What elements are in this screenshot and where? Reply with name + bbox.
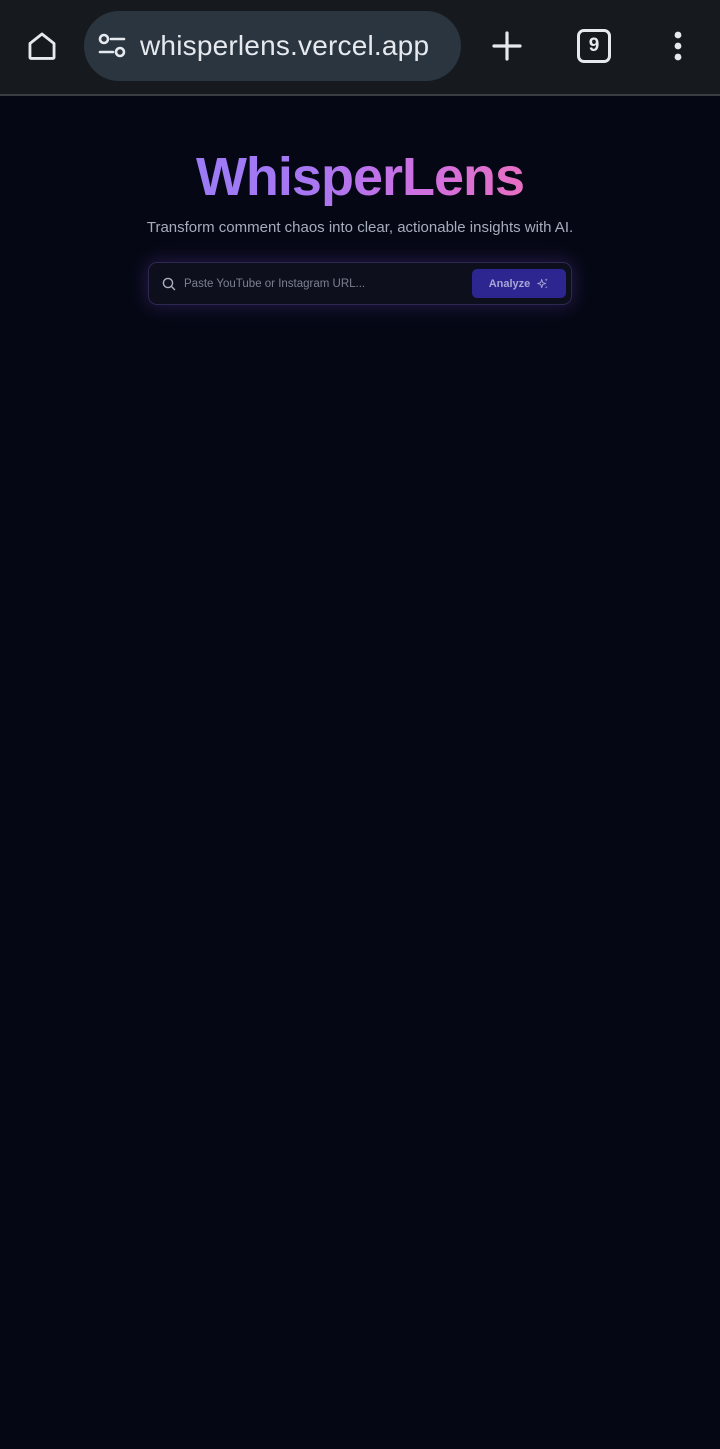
page-title-text: WhisperLens bbox=[195, 147, 525, 207]
url-text[interactable]: whisperlens.vercel.app bbox=[140, 11, 429, 81]
plus-icon bbox=[492, 31, 522, 61]
more-vert-icon bbox=[674, 31, 682, 61]
url-input[interactable] bbox=[184, 271, 464, 297]
tab-switcher-button[interactable]: 9 bbox=[577, 29, 611, 63]
url-search-form: Analyze bbox=[148, 262, 572, 305]
tune-icon[interactable] bbox=[98, 33, 126, 59]
address-bar[interactable]: whisperlens.vercel.app bbox=[84, 11, 461, 81]
analyze-button[interactable]: Analyze bbox=[472, 269, 566, 298]
tab-count: 9 bbox=[588, 35, 600, 56]
home-icon bbox=[28, 32, 56, 60]
home-button[interactable] bbox=[20, 24, 64, 68]
more-menu-button[interactable] bbox=[664, 26, 692, 66]
search-icon bbox=[162, 277, 176, 291]
sparkle-icon bbox=[537, 278, 549, 289]
browser-toolbar: whisperlens.vercel.app 9 bbox=[0, 0, 720, 96]
page-title: WhisperLens bbox=[0, 146, 720, 208]
page-subtitle: Transform comment chaos into clear, acti… bbox=[146, 219, 574, 236]
new-tab-button[interactable] bbox=[486, 25, 528, 67]
analyze-button-label: Analyze bbox=[488, 277, 531, 290]
